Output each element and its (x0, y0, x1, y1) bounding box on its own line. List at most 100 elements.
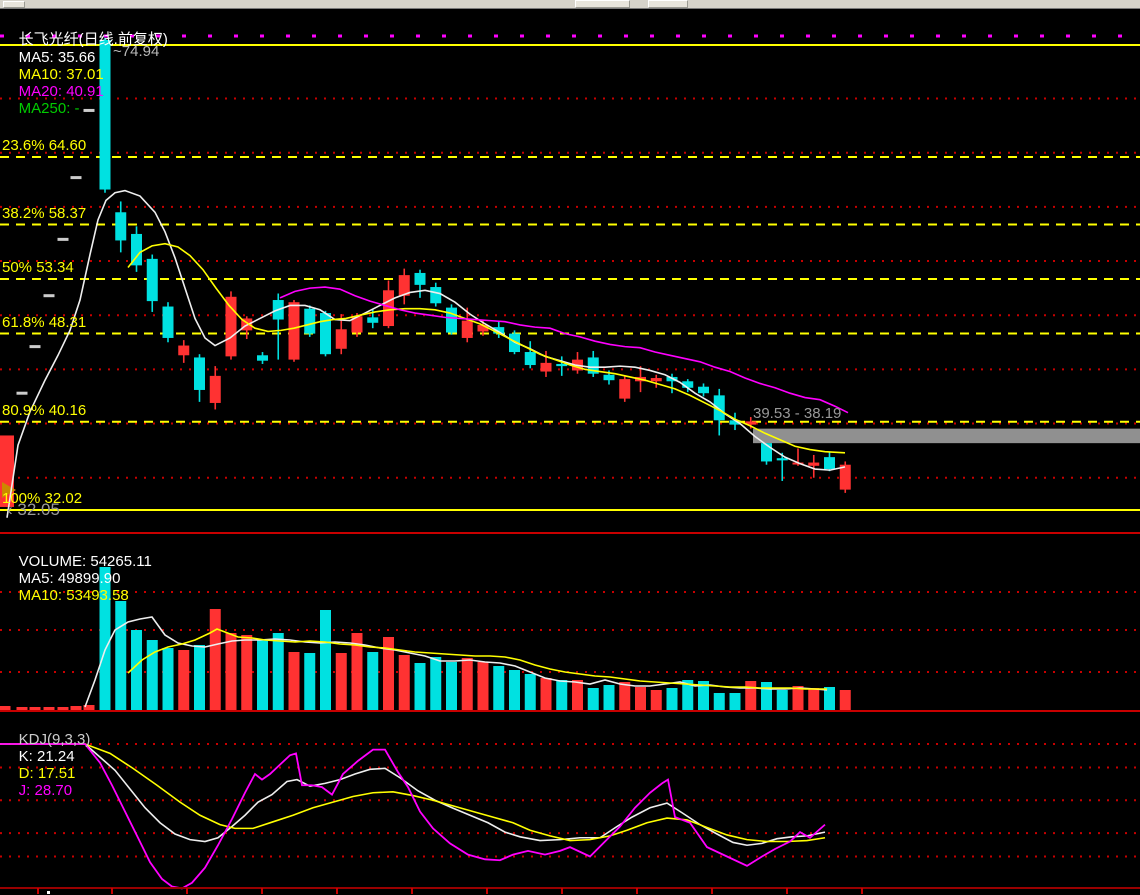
volume-bar (131, 630, 142, 710)
one-price-bar (30, 345, 41, 348)
one-price-bar (44, 294, 55, 297)
volume-bar (367, 652, 378, 710)
time-axis-cursor-tick (47, 891, 50, 894)
volume-bar (761, 682, 772, 710)
kdj-d-line (0, 744, 825, 842)
candle-body (115, 212, 126, 240)
candle-body (698, 387, 709, 394)
fib-level-label: 50% 53.34 (2, 259, 74, 276)
volume-bar (415, 663, 426, 710)
volume-bar (147, 640, 158, 710)
fib-level-label: 23.6% 64.60 (2, 137, 86, 154)
main-chart-legend: 长飞光纤(日线.前复权) MA5: 35.66 MA10: 37.01 MA20… (2, 11, 177, 134)
candle-body (761, 443, 772, 461)
volume-bar (525, 674, 536, 710)
candle-body (446, 308, 457, 333)
volume-bar-small (44, 707, 55, 710)
volume-bar (777, 690, 788, 710)
volume-bar (840, 690, 851, 710)
volume-bar (651, 690, 662, 710)
candle-body (808, 463, 819, 466)
fib-level-label: 80.9% 40.16 (2, 402, 86, 419)
volume-bar (399, 655, 410, 710)
volume-bar (304, 653, 315, 710)
candle-body (194, 357, 205, 390)
chart-canvas[interactable] (0, 0, 1140, 895)
candle-body (336, 329, 347, 349)
volume-bar (604, 685, 615, 710)
volume-bar (336, 653, 347, 710)
volume-bar-small (71, 706, 82, 710)
candle-body (320, 313, 331, 354)
volume-value: VOLUME: 54265.11 (19, 553, 152, 570)
candle-body (178, 346, 189, 356)
volume-bar (541, 678, 552, 710)
volume-bar (493, 666, 504, 710)
volume-bar (635, 687, 646, 710)
volume-bar (745, 681, 756, 710)
candle-body (462, 321, 473, 338)
volume-bar (730, 693, 741, 710)
gap-range-label: 39.53 - 38.19 (753, 405, 841, 422)
candle-body (619, 379, 630, 399)
volume-bar-small (17, 707, 28, 710)
candle-body (163, 307, 174, 338)
volume-bar (320, 610, 331, 710)
volume-bar (478, 662, 489, 710)
main-ma5-value: MA5: 35.66 (19, 49, 96, 66)
volume-bar (430, 657, 441, 710)
main-ma10-value: MA10: 37.01 (19, 66, 104, 83)
kdj-name: KDJ(9,3,3) (19, 731, 91, 748)
candle-body (541, 363, 552, 372)
candle-body (525, 352, 536, 365)
stock-chart-window: 长飞光纤(日线.前复权) MA5: 35.66 MA10: 37.01 MA20… (0, 0, 1140, 895)
volume-bar (241, 635, 252, 710)
candle-body (257, 355, 268, 360)
volume-bar (509, 670, 520, 710)
volume-bar (808, 688, 819, 710)
candle-body (824, 457, 835, 469)
candle-body (147, 259, 158, 301)
volume-bar (446, 662, 457, 710)
volume-bar (226, 633, 237, 710)
volume-bar-small (0, 706, 11, 710)
volume-bar (714, 693, 725, 710)
candle-body (777, 458, 788, 460)
ma20-line (280, 287, 848, 413)
one-price-bar (17, 392, 28, 395)
volume-bar (210, 609, 221, 710)
one-price-bar (58, 238, 69, 241)
volume-bar-small (58, 707, 69, 710)
volume-bar (178, 650, 189, 710)
volume-bar (667, 688, 678, 710)
volume-bar (194, 645, 205, 710)
volume-bar (556, 680, 567, 710)
volume-bar (257, 640, 268, 710)
one-price-bar (71, 176, 82, 179)
kdj-j-value: J: 28.70 (19, 782, 72, 799)
candle-body (226, 297, 237, 357)
kdj-legend: KDJ(9,3,3) K: 21.24 D: 17.51 J: 28.70 (2, 714, 99, 816)
volume-bar (163, 648, 174, 710)
fib-level-label: 61.8% 48.31 (2, 314, 86, 331)
candle-body (415, 273, 426, 285)
main-ma20-value: MA20: 40.91 (19, 83, 104, 100)
volume-bar (572, 680, 583, 710)
volume-bar (289, 652, 300, 710)
kdj-k-value: K: 21.24 (19, 748, 75, 765)
kdj-d-value: D: 17.51 (19, 765, 76, 782)
volume-ma5-value: MA5: 49899.90 (19, 570, 121, 587)
candle-body (304, 309, 315, 334)
volume-bar (619, 682, 630, 710)
volume-bar-small (30, 707, 41, 710)
volume-ma10-value: MA10: 53493.58 (19, 587, 129, 604)
volume-bar (588, 688, 599, 710)
candle-body (210, 376, 221, 403)
volume-bar (273, 633, 284, 710)
fib-level-label: 38.2% 58.37 (2, 205, 86, 222)
symbol-title: 长飞光纤(日线.前复权) (19, 31, 168, 48)
volume-legend: VOLUME: 54265.11 MA5: 49899.90 MA10: 534… (2, 536, 161, 621)
candle-body (604, 375, 615, 380)
candle-body (430, 287, 441, 303)
kdj-j-line (0, 744, 825, 888)
